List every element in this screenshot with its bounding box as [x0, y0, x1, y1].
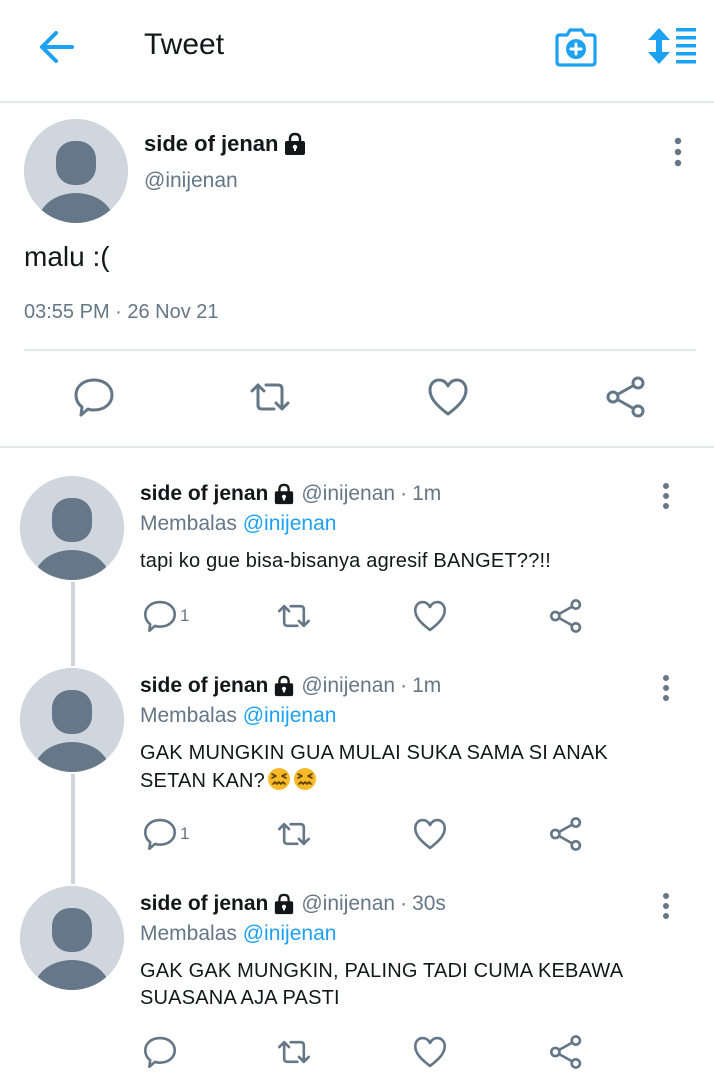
mention-link[interactable]: @inijenan: [243, 922, 337, 945]
like-heart-icon[interactable]: [412, 816, 448, 852]
reply-header: side of jenan @inijenan · 30s: [140, 892, 446, 916]
reply-icon[interactable]: [72, 375, 116, 419]
author-name[interactable]: side of jenan: [140, 892, 268, 916]
share-icon[interactable]: [548, 598, 584, 634]
tweet-text: GAK GAK MUNGKIN, PALING TADI CUMA KEBAWA…: [140, 960, 624, 1009]
page-title: Tweet: [144, 28, 225, 61]
like-heart-icon[interactable]: [412, 1034, 448, 1070]
reply-header: side of jenan @inijenan · 1m: [140, 482, 441, 506]
arrow-left-icon[interactable]: [36, 28, 76, 66]
author-handle[interactable]: @inijenan: [301, 482, 395, 506]
confounded-face-icon: [294, 768, 316, 790]
replying-to: Membalas @inijenan: [140, 704, 337, 727]
tweet-text: tapi ko gue bisa-bisanya agresif BANGET?…: [140, 550, 552, 572]
separator-dot: ·: [400, 482, 408, 505]
mention-link[interactable]: @inijenan: [243, 704, 337, 727]
share-icon[interactable]: [548, 816, 584, 852]
reply-count: 1: [180, 606, 190, 625]
reply-tweet[interactable]: side of jenan @inijenan · 1m Membalas @i…: [0, 476, 714, 666]
tweet-actions: [0, 1034, 714, 1074]
tweet-actions: [0, 375, 714, 421]
replying-to: Membalas @inijenan: [140, 512, 337, 535]
author-handle[interactable]: @inijenan: [144, 169, 238, 193]
more-vertical-icon[interactable]: [664, 137, 692, 167]
author-handle[interactable]: @inijenan: [301, 892, 395, 916]
avatar[interactable]: [24, 119, 128, 223]
reply-header: side of jenan @inijenan · 1m: [140, 674, 441, 698]
author-name[interactable]: side of jenan: [144, 131, 306, 157]
more-vertical-icon[interactable]: [652, 482, 680, 510]
retweet-icon[interactable]: [276, 598, 312, 634]
tweet-actions: 1: [0, 598, 714, 638]
tweet-text: malu :(: [24, 241, 110, 272]
top-app-bar: Tweet: [0, 0, 714, 103]
author-handle[interactable]: @inijenan: [301, 674, 395, 698]
sort-list-icon[interactable]: [646, 26, 698, 66]
divider: [24, 349, 696, 351]
reply-icon[interactable]: [142, 1034, 178, 1070]
reply-icon[interactable]: [142, 816, 178, 852]
retweet-icon[interactable]: [276, 816, 312, 852]
tweet-time: 30s: [412, 892, 446, 915]
tweet-time: 1m: [412, 482, 442, 505]
lock-icon: [275, 483, 294, 505]
separator-dot: ·: [400, 674, 408, 697]
share-icon[interactable]: [604, 375, 648, 419]
avatar[interactable]: [20, 476, 124, 580]
retweet-icon[interactable]: [276, 1034, 312, 1070]
like-heart-icon[interactable]: [426, 375, 470, 419]
author-name[interactable]: side of jenan: [140, 482, 268, 506]
reply-tweet[interactable]: side of jenan @inijenan · 30s Membalas @…: [0, 886, 714, 1085]
tweet-text: GAK MUNGKIN GUA MULAI SUKA SAMA SI ANAK …: [140, 742, 608, 792]
like-heart-icon[interactable]: [412, 598, 448, 634]
avatar[interactable]: [20, 886, 124, 990]
tweet-actions: 1: [0, 816, 714, 856]
more-vertical-icon[interactable]: [652, 674, 680, 702]
author-name[interactable]: side of jenan: [140, 674, 268, 698]
lock-icon: [275, 893, 294, 915]
tweet-timestamp: 03:55 PM · 26 Nov 21: [24, 301, 219, 323]
more-vertical-icon[interactable]: [652, 892, 680, 920]
lock-icon: [285, 132, 306, 155]
tweet-time: 1m: [412, 674, 442, 697]
replying-to: Membalas @inijenan: [140, 922, 337, 945]
reply-icon[interactable]: [142, 598, 178, 634]
separator-dot: ·: [400, 892, 408, 915]
retweet-icon[interactable]: [248, 375, 292, 419]
reply-tweet[interactable]: side of jenan @inijenan · 1m Membalas @i…: [0, 668, 714, 884]
share-icon[interactable]: [548, 1034, 584, 1070]
reply-count: 1: [180, 824, 190, 843]
avatar[interactable]: [20, 668, 124, 772]
main-tweet: side of jenan @inijenan malu :( 03:55 PM…: [0, 105, 714, 448]
lock-icon: [275, 675, 294, 697]
mention-link[interactable]: @inijenan: [243, 512, 337, 535]
confounded-face-icon: [268, 768, 290, 790]
camera-add-icon[interactable]: [553, 26, 599, 68]
